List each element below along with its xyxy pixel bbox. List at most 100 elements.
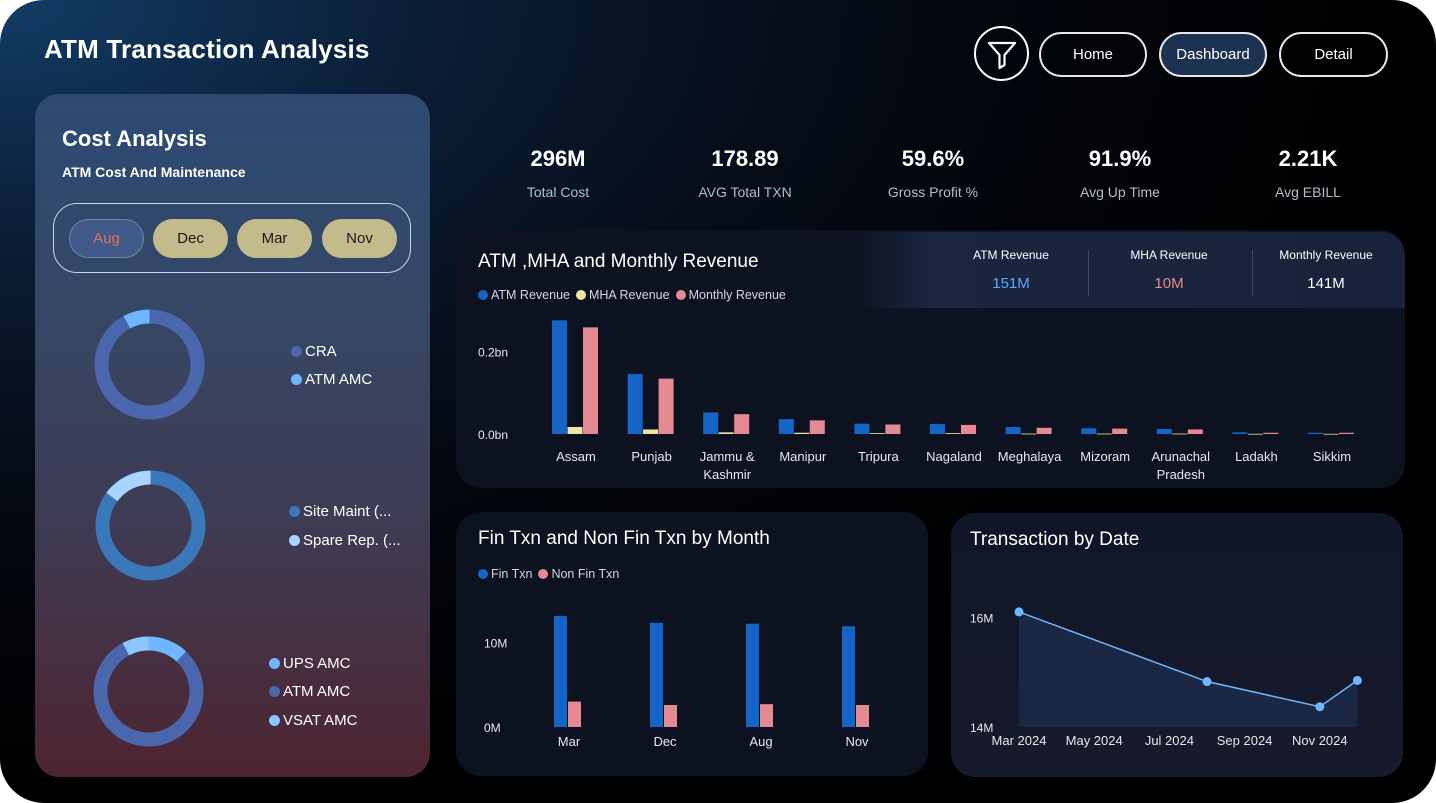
bar-2-0[interactable] bbox=[583, 327, 598, 434]
x-category-label: Dec bbox=[653, 734, 677, 749]
donut-2-legend-spare-rep[interactable]: Spare Rep. (... bbox=[289, 532, 401, 549]
y-tick-label: 0.2bn bbox=[478, 345, 508, 359]
bar-2-9[interactable] bbox=[1263, 432, 1279, 434]
data-point[interactable] bbox=[1014, 607, 1024, 617]
bar-1-0[interactable] bbox=[567, 426, 583, 434]
x-category-label: Jammu & bbox=[700, 449, 755, 464]
bar-2-8[interactable] bbox=[1187, 429, 1203, 434]
month-chip-mar[interactable]: Mar bbox=[237, 219, 312, 258]
home-button[interactable]: Home bbox=[1039, 32, 1147, 77]
bar-2-1[interactable] bbox=[658, 378, 674, 434]
bar-0-10[interactable] bbox=[1308, 432, 1323, 434]
detail-button[interactable]: Detail bbox=[1279, 32, 1388, 77]
bar-2-3[interactable] bbox=[809, 420, 825, 434]
bar-1-1[interactable] bbox=[664, 704, 677, 727]
legend-fin-txn[interactable]: Fin Txn bbox=[478, 567, 532, 581]
month-chip-nov[interactable]: Nov bbox=[322, 219, 397, 258]
bar-2-5[interactable] bbox=[961, 424, 976, 434]
bar-0-3[interactable] bbox=[842, 626, 855, 727]
bar-2-10[interactable] bbox=[1339, 432, 1354, 434]
bar-1-3[interactable] bbox=[794, 432, 810, 434]
kpi-label: Total Cost bbox=[526, 184, 590, 200]
bar-1-3[interactable] bbox=[856, 704, 869, 727]
donut-3-legend-atm-amc[interactable]: ATM AMC bbox=[269, 683, 350, 700]
bar-0-2[interactable] bbox=[703, 412, 719, 434]
data-point[interactable] bbox=[1202, 677, 1212, 687]
x-category-label: Aug bbox=[749, 734, 772, 749]
bar-1-9[interactable] bbox=[1247, 433, 1263, 435]
legend-dot-icon bbox=[478, 290, 488, 300]
data-point[interactable] bbox=[1352, 675, 1362, 685]
card-value: 151M bbox=[992, 275, 1030, 292]
bar-1-2[interactable] bbox=[760, 704, 773, 727]
bar-1-0[interactable] bbox=[568, 701, 581, 727]
bar-1-5[interactable] bbox=[945, 433, 961, 434]
monthly-revenue-card: Monthly Revenue 141M bbox=[1246, 232, 1406, 292]
donut-slice-2[interactable] bbox=[93, 636, 204, 747]
x-category-label: Tripura bbox=[858, 449, 899, 464]
fin-txn-bar-chart[interactable]: 0M 10M Mar Dec Aug Nov bbox=[456, 580, 928, 776]
month-chip-dec[interactable]: Dec bbox=[153, 219, 228, 258]
donut-1-legend-cra[interactable]: CRA bbox=[291, 343, 337, 360]
bar-0-1[interactable] bbox=[650, 622, 663, 727]
legend-dot-icon bbox=[269, 658, 280, 669]
cost-donut-chart-1[interactable] bbox=[87, 302, 212, 427]
transaction-by-date-area-chart[interactable]: 14M 16M Mar 2024 May 2024 Jul 2024 Sep 2024 No… bbox=[951, 580, 1403, 776]
legend-dot-icon bbox=[675, 290, 686, 300]
mha-revenue-card: MHA Revenue 10M bbox=[1089, 232, 1249, 292]
bar-0-2[interactable] bbox=[746, 623, 759, 727]
x-category-label: Mar bbox=[558, 734, 581, 749]
bar-2-7[interactable] bbox=[1112, 428, 1128, 434]
data-point[interactable] bbox=[1315, 702, 1325, 712]
transaction-by-date-title: Transaction by Date bbox=[970, 529, 1140, 550]
bar-1-7[interactable] bbox=[1096, 433, 1112, 435]
bar-0-8[interactable] bbox=[1156, 429, 1172, 434]
bar-0-3[interactable] bbox=[778, 419, 794, 434]
x-category-label: Punjab bbox=[631, 449, 671, 464]
bar-2-4[interactable] bbox=[885, 424, 901, 434]
month-chip-aug[interactable]: Aug bbox=[69, 219, 144, 258]
cost-donut-chart-3[interactable] bbox=[86, 629, 211, 754]
bar-0-7[interactable] bbox=[1081, 428, 1097, 434]
bar-2-2[interactable] bbox=[734, 414, 750, 434]
bar-1-10[interactable] bbox=[1323, 433, 1339, 435]
kpi-avg-ebill: 2.21K Avg EBILL bbox=[1218, 146, 1398, 200]
atm-revenue-card: ATM Revenue 151M bbox=[931, 232, 1091, 292]
bar-0-9[interactable] bbox=[1232, 432, 1248, 434]
legend-dot-icon bbox=[575, 290, 586, 300]
kpi-gross-profit: 59.6% Gross Profit % bbox=[843, 146, 1023, 200]
bar-2-6[interactable] bbox=[1036, 427, 1052, 434]
filter-funnel-icon bbox=[987, 41, 1016, 69]
donut-slice-1[interactable] bbox=[94, 309, 205, 420]
bar-0-4[interactable] bbox=[854, 423, 870, 434]
bar-0-1[interactable] bbox=[627, 374, 643, 434]
bar-0-0[interactable] bbox=[554, 616, 567, 727]
cost-analysis-panel: Cost Analysis ATM Cost And Maintenance A… bbox=[35, 94, 430, 777]
bar-1-6[interactable] bbox=[1021, 433, 1037, 435]
bar-0-6[interactable] bbox=[1005, 426, 1021, 434]
bar-0-5[interactable] bbox=[930, 424, 945, 434]
legend-non-fin-txn[interactable]: Non Fin Txn bbox=[538, 567, 619, 581]
x-category-label: Nagaland bbox=[926, 449, 982, 464]
dashboard-button[interactable]: Dashboard bbox=[1159, 32, 1267, 77]
donut-3-legend-ups-amc[interactable]: UPS AMC bbox=[269, 655, 351, 672]
bar-0-0[interactable] bbox=[552, 320, 567, 434]
bar-1-1[interactable] bbox=[643, 429, 659, 434]
filter-button[interactable] bbox=[974, 26, 1029, 81]
revenue-bar-chart[interactable]: 0.0bn 0.2bn Assam Punjab Jammu & Kashmir Manip… bbox=[456, 300, 1405, 488]
x-tick-label: May 2024 bbox=[1066, 733, 1123, 748]
donut-1-legend-atm-amc[interactable]: ATM AMC bbox=[291, 371, 372, 388]
bar-1-4[interactable] bbox=[869, 433, 885, 434]
x-category-label: Arunachal bbox=[1152, 449, 1211, 464]
kpi-avg-up-time: 91.9% Avg Up Time bbox=[1030, 146, 1210, 200]
bar-1-2[interactable] bbox=[718, 432, 734, 434]
cost-donut-chart-2[interactable] bbox=[88, 463, 213, 588]
legend-dot-icon bbox=[538, 569, 549, 579]
donut-2-legend-site-maint[interactable]: Site Maint (... bbox=[289, 503, 391, 520]
donut-3-legend-vsat-amc[interactable]: VSAT AMC bbox=[269, 712, 357, 729]
fin-txn-chart-title: Fin Txn and Non Fin Txn by Month bbox=[478, 528, 770, 549]
revenue-chart-title: ATM ,MHA and Monthly Revenue bbox=[478, 251, 759, 272]
card-label: ATM Revenue bbox=[973, 248, 1049, 262]
bar-1-8[interactable] bbox=[1172, 433, 1188, 435]
x-category-label: Mizoram bbox=[1080, 449, 1130, 464]
